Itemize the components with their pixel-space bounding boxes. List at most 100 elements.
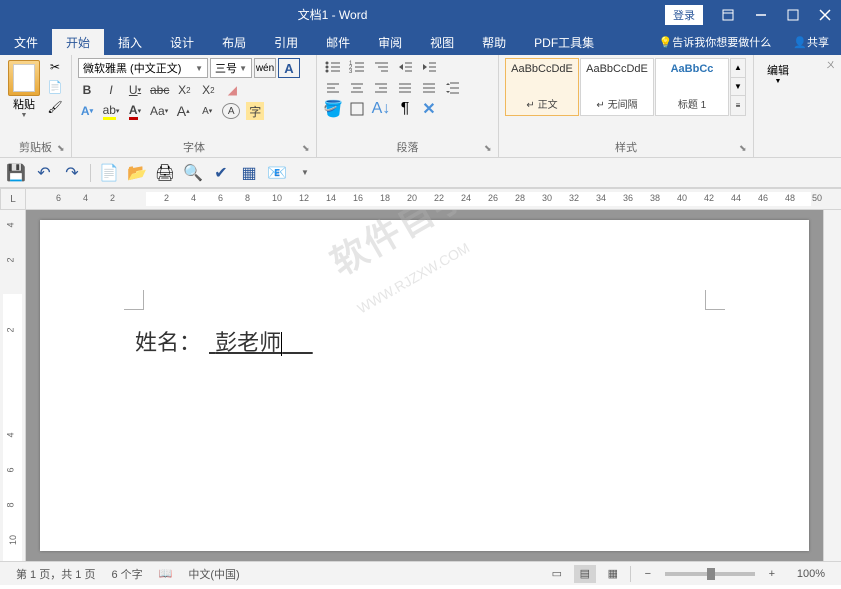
italic-button[interactable]: I <box>102 81 120 99</box>
font-name-combo[interactable]: 微软雅黑 (中文正文)▼ <box>78 58 208 78</box>
word-count[interactable]: 6 个字 <box>103 566 150 582</box>
page-count[interactable]: 第 1 页，共 1 页 <box>8 566 103 582</box>
edit-menu-button[interactable]: 编辑 ▼ <box>760 58 796 89</box>
shading-button[interactable]: 🪣 <box>323 100 343 118</box>
font-color-button[interactable]: A▾ <box>126 102 144 120</box>
draw-table-button[interactable]: ▦ <box>239 163 259 183</box>
format-painter-button[interactable]: 🖌 <box>44 98 66 116</box>
spelling-button[interactable]: ✔ <box>211 163 231 183</box>
bullets-button[interactable] <box>323 58 343 76</box>
change-case-button[interactable]: Aa▾ <box>150 102 168 120</box>
undo-button[interactable]: ↶ <box>34 163 54 183</box>
vertical-scrollbar[interactable] <box>823 210 841 561</box>
justify-button[interactable] <box>395 79 415 97</box>
multilevel-list-button[interactable] <box>371 58 391 76</box>
new-button[interactable]: 📄 <box>99 163 119 183</box>
line-spacing-button[interactable] <box>443 79 463 97</box>
collapse-ribbon-icon[interactable]: ㄨ <box>826 58 835 71</box>
zoom-out-button[interactable]: − <box>637 565 659 583</box>
shrink-font-button[interactable]: A▾ <box>198 102 216 120</box>
tab-references[interactable]: 引用 <box>260 29 312 55</box>
qat-more-button[interactable]: ▼ <box>295 163 315 183</box>
ribbon-display-icon[interactable] <box>711 0 745 29</box>
clear-format-button[interactable]: ◢ <box>223 81 241 99</box>
document-canvas[interactable]: 软件自学网 WWW.RJZXW.COM 姓名： 彭老师 <box>26 210 823 561</box>
tell-me-search[interactable]: 💡 告诉我你想要做什么 <box>649 34 782 50</box>
copy-button[interactable]: 📄 <box>44 78 66 96</box>
print-layout-button[interactable]: ▤ <box>574 565 596 583</box>
tab-pdf[interactable]: PDF工具集 <box>520 29 608 55</box>
decrease-indent-button[interactable] <box>395 58 415 76</box>
zoom-slider-thumb[interactable] <box>707 568 715 580</box>
strikethrough-button[interactable]: abc <box>150 81 169 99</box>
ruler-tick: 6 <box>56 193 61 203</box>
vertical-ruler[interactable]: 42246810 <box>0 210 26 561</box>
zoom-in-button[interactable]: + <box>761 565 783 583</box>
maximize-icon[interactable] <box>777 0 809 29</box>
save-button[interactable]: 💾 <box>6 163 26 183</box>
login-button[interactable]: 登录 <box>665 5 703 25</box>
superscript-button[interactable]: X2 <box>199 81 217 99</box>
phonetic-guide-button[interactable]: wén <box>254 58 276 78</box>
tab-design[interactable]: 设计 <box>156 29 208 55</box>
numbering-button[interactable]: 123 <box>347 58 367 76</box>
style-nospacing[interactable]: AaBbCcDdE ↵ 无间隔 <box>580 58 654 116</box>
page[interactable]: 软件自学网 WWW.RJZXW.COM 姓名： 彭老师 <box>40 220 809 551</box>
tab-home[interactable]: 开始 <box>52 29 104 55</box>
underline-button[interactable]: U▾ <box>126 81 144 99</box>
increase-indent-button[interactable] <box>419 58 439 76</box>
character-border-button[interactable]: A <box>278 58 300 78</box>
close-icon[interactable] <box>809 0 841 29</box>
align-right-button[interactable] <box>371 79 391 97</box>
read-mode-button[interactable]: ▭ <box>546 565 568 583</box>
styles-dialog-launcher[interactable]: ⬊ <box>739 143 751 155</box>
share-button[interactable]: 👤 共享 <box>781 34 841 50</box>
enclosed-char-button[interactable]: A <box>222 103 240 119</box>
tab-view[interactable]: 视图 <box>416 29 468 55</box>
horizontal-ruler[interactable]: 6422468101214161820222426283032343638404… <box>26 188 841 210</box>
document-text[interactable]: 姓名： 彭老师 <box>135 325 321 357</box>
sort-button[interactable]: A↓ <box>371 100 391 118</box>
zoom-slider[interactable] <box>665 572 755 576</box>
highlight-button[interactable]: ab▾ <box>102 102 120 120</box>
web-layout-button[interactable]: ▦ <box>602 565 624 583</box>
print-preview-button[interactable]: 🔍 <box>183 163 203 183</box>
font-size-combo[interactable]: 三号▼ <box>210 58 252 78</box>
tab-file[interactable]: 文件 <box>0 29 52 55</box>
grow-font-button[interactable]: A▴ <box>174 102 192 120</box>
quick-print-button[interactable]: 🖨 <box>155 163 175 183</box>
tab-mailings[interactable]: 邮件 <box>312 29 364 55</box>
styles-scroll-down[interactable]: ▼ <box>731 78 745 97</box>
tab-selector[interactable]: L <box>0 188 26 210</box>
proofing-button[interactable]: 📖 <box>151 567 181 580</box>
open-button[interactable]: 📂 <box>127 163 147 183</box>
language-button[interactable]: 中文(中国) <box>180 566 247 582</box>
zoom-level[interactable]: 100% <box>789 568 833 580</box>
paste-button[interactable]: 粘贴 ▼ <box>6 58 42 121</box>
align-center-button[interactable] <box>347 79 367 97</box>
tab-review[interactable]: 审阅 <box>364 29 416 55</box>
style-normal[interactable]: AaBbCcDdE ↵ 正文 <box>505 58 579 116</box>
tab-insert[interactable]: 插入 <box>104 29 156 55</box>
distributed-button[interactable] <box>419 79 439 97</box>
font-dialog-launcher[interactable]: ⬊ <box>302 143 314 155</box>
char-shading-button[interactable]: 字 <box>246 102 264 120</box>
minimize-icon[interactable] <box>745 0 777 29</box>
borders-button[interactable] <box>347 100 367 118</box>
align-left-button[interactable] <box>323 79 343 97</box>
bold-button[interactable]: B <box>78 81 96 99</box>
tab-help[interactable]: 帮助 <box>468 29 520 55</box>
show-marks-button[interactable]: ¶ <box>395 100 415 118</box>
paragraph-dialog-launcher[interactable]: ⬊ <box>484 143 496 155</box>
subscript-button[interactable]: X2 <box>175 81 193 99</box>
tab-layout[interactable]: 布局 <box>208 29 260 55</box>
clipboard-dialog-launcher[interactable]: ⬊ <box>57 143 69 155</box>
styles-expand[interactable]: ≡ <box>731 96 745 115</box>
asian-layout-button[interactable]: ✕ <box>419 100 439 118</box>
style-heading1[interactable]: AaBbCc 标题 1 <box>655 58 729 116</box>
styles-scroll-up[interactable]: ▲ <box>731 59 745 78</box>
redo-button[interactable]: ↷ <box>62 163 82 183</box>
text-effects-button[interactable]: A▾ <box>78 102 96 120</box>
qat-email-button[interactable]: 📧 <box>267 163 287 183</box>
cut-button[interactable]: ✂ <box>44 58 66 76</box>
